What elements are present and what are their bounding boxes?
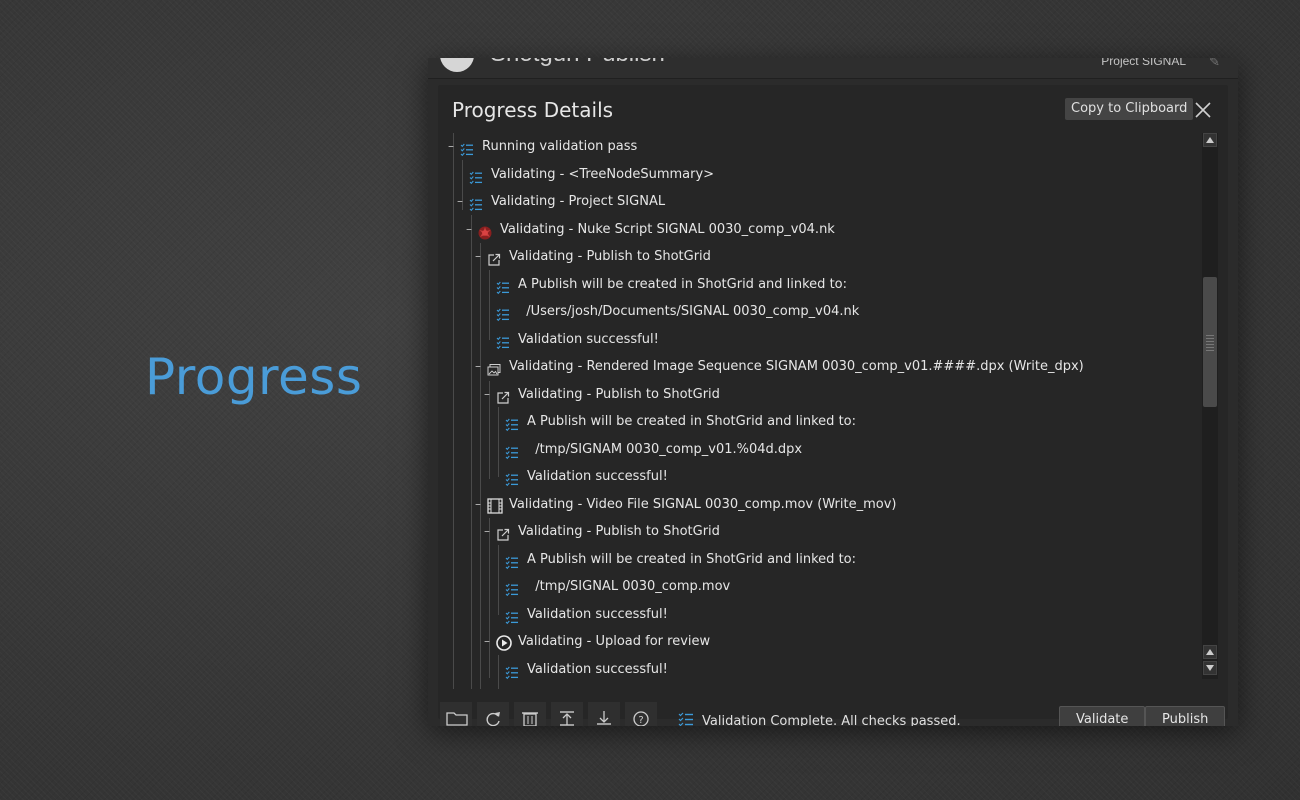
- checklist-icon: [505, 663, 519, 680]
- tree-row-label: Validating - <TreeNodeSummary>: [491, 167, 715, 182]
- panel-title: Progress Details: [452, 98, 614, 122]
- tree-row[interactable]: Validation successful!: [438, 601, 1188, 628]
- checklist-icon: [496, 278, 510, 295]
- progress-details-panel: Progress Details Copy to Clipboard – Runn…: [438, 85, 1228, 719]
- tree-row[interactable]: Validation successful!: [438, 463, 1188, 490]
- checklist-icon: [505, 580, 519, 597]
- scrollbar-thumb[interactable]: [1203, 277, 1217, 407]
- tree-row[interactable]: – Validating - Project SIGNAL: [438, 188, 1188, 215]
- tree-row-label: /tmp/SIGNAL 0030_comp.mov: [527, 579, 731, 594]
- tree-row-label: Validation successful!: [527, 469, 668, 484]
- trash-icon[interactable]: [514, 702, 546, 726]
- collapse-toggle[interactable]: –: [466, 216, 474, 243]
- tree-row[interactable]: – Running validation pass: [438, 133, 1188, 160]
- progress-tree: – Running validation pass Validating - <Tr…: [438, 133, 1198, 689]
- tree-row-label: /tmp/SIGNAM 0030_comp_v01.%04d.dpx: [527, 442, 803, 457]
- tree-row[interactable]: A Publish will be created in ShotGrid an…: [438, 271, 1188, 298]
- expand-all-icon[interactable]: [588, 702, 620, 726]
- collapse-toggle[interactable]: –: [475, 353, 483, 380]
- collapse-toggle[interactable]: –: [457, 188, 465, 215]
- refresh-icon[interactable]: [477, 702, 509, 726]
- tree-row[interactable]: Validating - <TreeNodeSummary>: [438, 161, 1188, 188]
- tree-row[interactable]: Validation successful!: [438, 656, 1188, 683]
- play-icon: [496, 634, 512, 651]
- project-label[interactable]: Project SIGNAL: [1101, 58, 1186, 68]
- pencil-icon[interactable]: ✎: [1209, 58, 1220, 70]
- tree-row[interactable]: – Validating - Publish to ShotGrid: [438, 243, 1188, 270]
- tree-row-label: A Publish will be created in ShotGrid an…: [518, 277, 847, 292]
- collapse-toggle[interactable]: –: [484, 518, 492, 545]
- checklist-icon: [496, 305, 510, 322]
- tree-row-label: A Publish will be created in ShotGrid an…: [527, 414, 856, 429]
- tree-row-label: Validating - Upload for review: [518, 634, 711, 649]
- image-sequence-icon: [487, 360, 501, 376]
- collapse-all-icon[interactable]: [551, 702, 583, 726]
- checklist-icon: [678, 712, 693, 726]
- tree-row[interactable]: /Users/josh/Documents/SIGNAL 0030_comp_v…: [438, 298, 1188, 325]
- tree-row-label: Validating - Rendered Image Sequence SIG…: [509, 359, 1084, 374]
- publish-button[interactable]: Publish: [1145, 706, 1226, 726]
- status-text: Validation Complete. All checks passed.: [702, 714, 961, 726]
- nuke-icon: [478, 223, 492, 240]
- checklist-icon: [505, 553, 519, 570]
- tree-row[interactable]: /tmp/SIGNAM 0030_comp_v01.%04d.dpx: [438, 436, 1188, 463]
- tree-row[interactable]: /tmp/SIGNAL 0030_comp.mov: [438, 573, 1188, 600]
- tree-row-label: Running validation pass: [482, 139, 638, 154]
- app-logo: [440, 58, 474, 72]
- collapse-toggle[interactable]: –: [484, 381, 492, 408]
- publish-icon: [496, 388, 510, 404]
- publish-window: Shotgun Publish Project SIGNAL ✎ Progres…: [428, 58, 1238, 726]
- collapse-toggle[interactable]: –: [448, 133, 456, 160]
- tree-row[interactable]: – Validating - Publish to ShotGrid: [438, 518, 1188, 545]
- tree-row-label: Validating - Video File SIGNAL 0030_comp…: [509, 497, 897, 512]
- publish-icon: [496, 525, 510, 541]
- checklist-icon: [505, 443, 519, 460]
- checklist-icon: [460, 140, 474, 157]
- tree-row[interactable]: – Validating - Nuke Script SIGNAL 0030_co…: [438, 216, 1188, 243]
- tree-row-label: /Users/josh/Documents/SIGNAL 0030_comp_v…: [518, 304, 860, 319]
- collapse-toggle[interactable]: –: [475, 243, 483, 270]
- scroll-up-button-bottom[interactable]: [1203, 645, 1217, 659]
- tree-row-label: Validating - Project SIGNAL: [491, 194, 666, 209]
- collapse-toggle[interactable]: –: [475, 491, 483, 518]
- close-icon[interactable]: [1193, 100, 1213, 120]
- tree-row-label: Validating - Publish to ShotGrid: [518, 387, 720, 402]
- window-header: Shotgun Publish Project SIGNAL ✎: [428, 58, 1238, 79]
- tree-row-label: Validating - Publish to ShotGrid: [518, 524, 720, 539]
- copy-to-clipboard-button[interactable]: Copy to Clipboard: [1065, 98, 1194, 120]
- tree-row-label: A Publish will be created in ShotGrid an…: [527, 552, 856, 567]
- tree-row-label: Validating - Publish to ShotGrid: [509, 249, 711, 264]
- folder-icon[interactable]: [440, 702, 472, 726]
- slide-title: Progress: [145, 348, 363, 406]
- tree-row-label: Validating - Nuke Script SIGNAL 0030_com…: [500, 222, 835, 237]
- tree-row[interactable]: Validation successful!: [438, 326, 1188, 353]
- tree-row[interactable]: – Validating - Rendered Image Sequence SI…: [438, 353, 1188, 380]
- tree-row[interactable]: – Validating - Video File SIGNAL 0030_com…: [438, 491, 1188, 518]
- checklist-icon: [469, 168, 483, 185]
- tree-row[interactable]: – Validating - Publish to ShotGrid: [438, 381, 1188, 408]
- tree-row-label: Validation successful!: [527, 662, 668, 677]
- checklist-icon: [505, 608, 519, 625]
- tree-row[interactable]: A Publish will be created in ShotGrid an…: [438, 546, 1188, 573]
- vertical-scrollbar[interactable]: [1202, 133, 1218, 679]
- tree-row[interactable]: A Publish will be created in ShotGrid an…: [438, 408, 1188, 435]
- help-icon[interactable]: ?: [625, 702, 657, 726]
- svg-text:?: ?: [638, 715, 643, 726]
- tree-row[interactable]: – Validating - Upload for review: [438, 628, 1188, 655]
- checklist-icon: [505, 415, 519, 432]
- validate-button[interactable]: Validate: [1059, 706, 1146, 726]
- checklist-icon: [469, 195, 483, 212]
- tree-row-label: Validation successful!: [518, 332, 659, 347]
- collapse-toggle[interactable]: –: [484, 628, 492, 655]
- checklist-icon: [496, 333, 510, 350]
- checklist-icon: [505, 470, 519, 487]
- scroll-down-button[interactable]: [1203, 661, 1217, 675]
- film-icon: [487, 497, 503, 514]
- app-title: Shotgun Publish: [490, 58, 665, 68]
- scroll-up-button[interactable]: [1203, 133, 1217, 147]
- footer-toolbar: ? Validation Complete. All checks passed…: [438, 702, 1228, 726]
- tree-row-label: Validation successful!: [527, 607, 668, 622]
- publish-icon: [487, 250, 501, 266]
